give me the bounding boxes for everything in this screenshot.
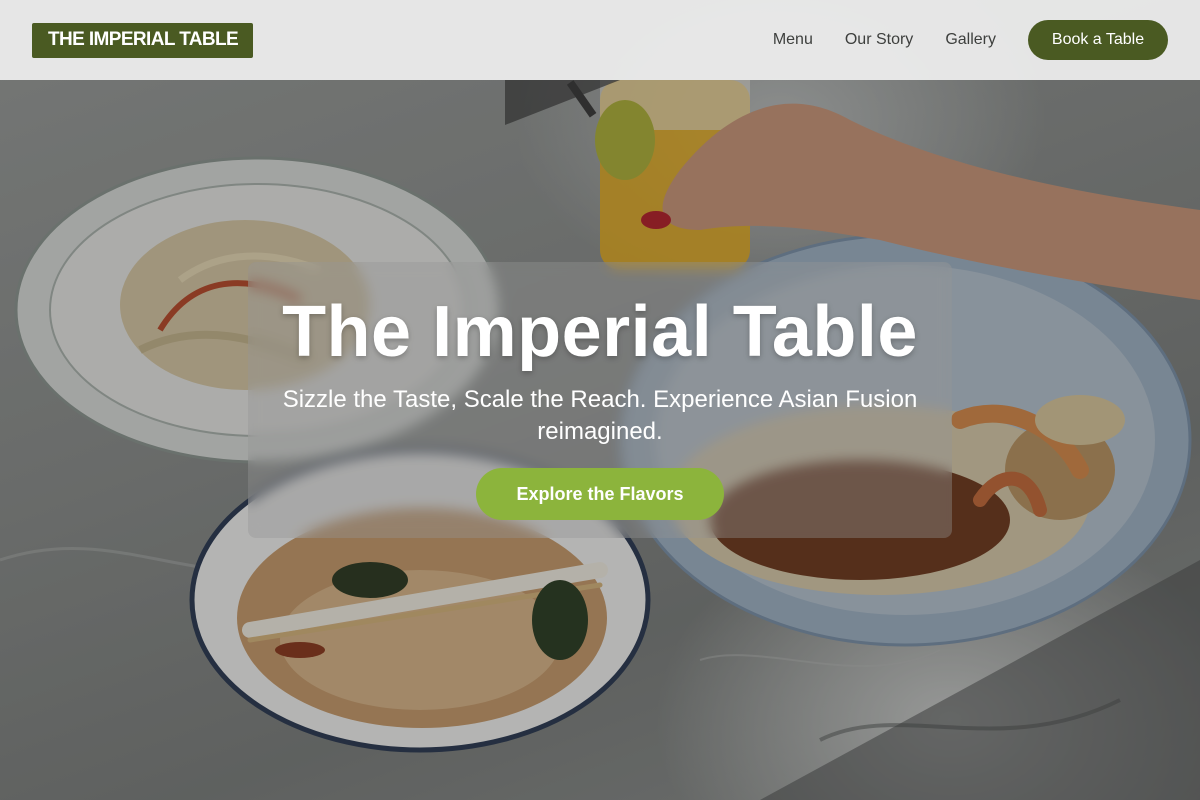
nav-link-menu[interactable]: Menu	[773, 31, 813, 49]
main-nav: Menu Our Story Gallery Book a Table	[773, 20, 1168, 60]
hero-card: The Imperial Table Sizzle the Taste, Sca…	[248, 262, 952, 538]
brand-logo[interactable]: THE IMPERIAL TABLE	[32, 22, 254, 58]
explore-flavors-button[interactable]: Explore the Flavors	[476, 468, 724, 520]
book-table-button[interactable]: Book a Table	[1028, 20, 1168, 60]
nav-link-our-story[interactable]: Our Story	[845, 31, 913, 49]
site-header: THE IMPERIAL TABLE Menu Our Story Galler…	[0, 0, 1200, 80]
hero-title: The Imperial Table	[282, 292, 918, 372]
hero-tagline: Sizzle the Taste, Scale the Reach. Exper…	[282, 386, 918, 445]
nav-link-gallery[interactable]: Gallery	[945, 31, 996, 49]
